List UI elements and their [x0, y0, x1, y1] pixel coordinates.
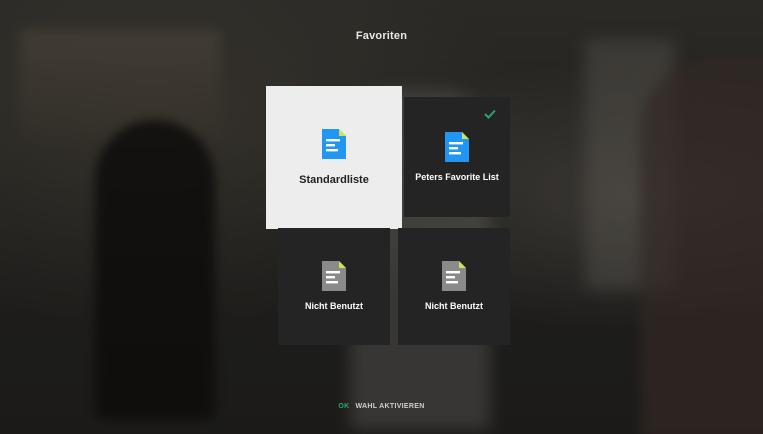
document-icon [442, 261, 466, 291]
ok-key-icon: OK [338, 403, 350, 410]
tile-label: Peters Favorite List [415, 171, 499, 182]
document-icon [445, 131, 469, 162]
tile-label: Nicht Benutzt [305, 301, 363, 311]
document-icon [322, 129, 346, 159]
favorite-list-tile-standardliste[interactable]: Standardliste [266, 86, 402, 229]
tile-label: Standardliste [299, 174, 369, 186]
checkmark-icon [484, 109, 496, 119]
button-hint-bar: OK WAHL AKTIVIEREN [0, 403, 763, 410]
tile-label: Nicht Benutzt [425, 301, 483, 311]
hint-text: WAHL AKTIVIEREN [355, 403, 425, 410]
document-icon [322, 261, 346, 291]
page-title: Favoriten [355, 30, 408, 42]
favorite-list-tile-unused-1[interactable]: Nicht Benutzt [278, 228, 390, 345]
tv-screen: Favoriten Standardliste Peters Favorite … [0, 0, 763, 434]
favorite-list-tile-peters-favorite-list[interactable]: Peters Favorite List [404, 97, 510, 217]
favorite-list-tile-unused-2[interactable]: Nicht Benutzt [398, 228, 510, 345]
